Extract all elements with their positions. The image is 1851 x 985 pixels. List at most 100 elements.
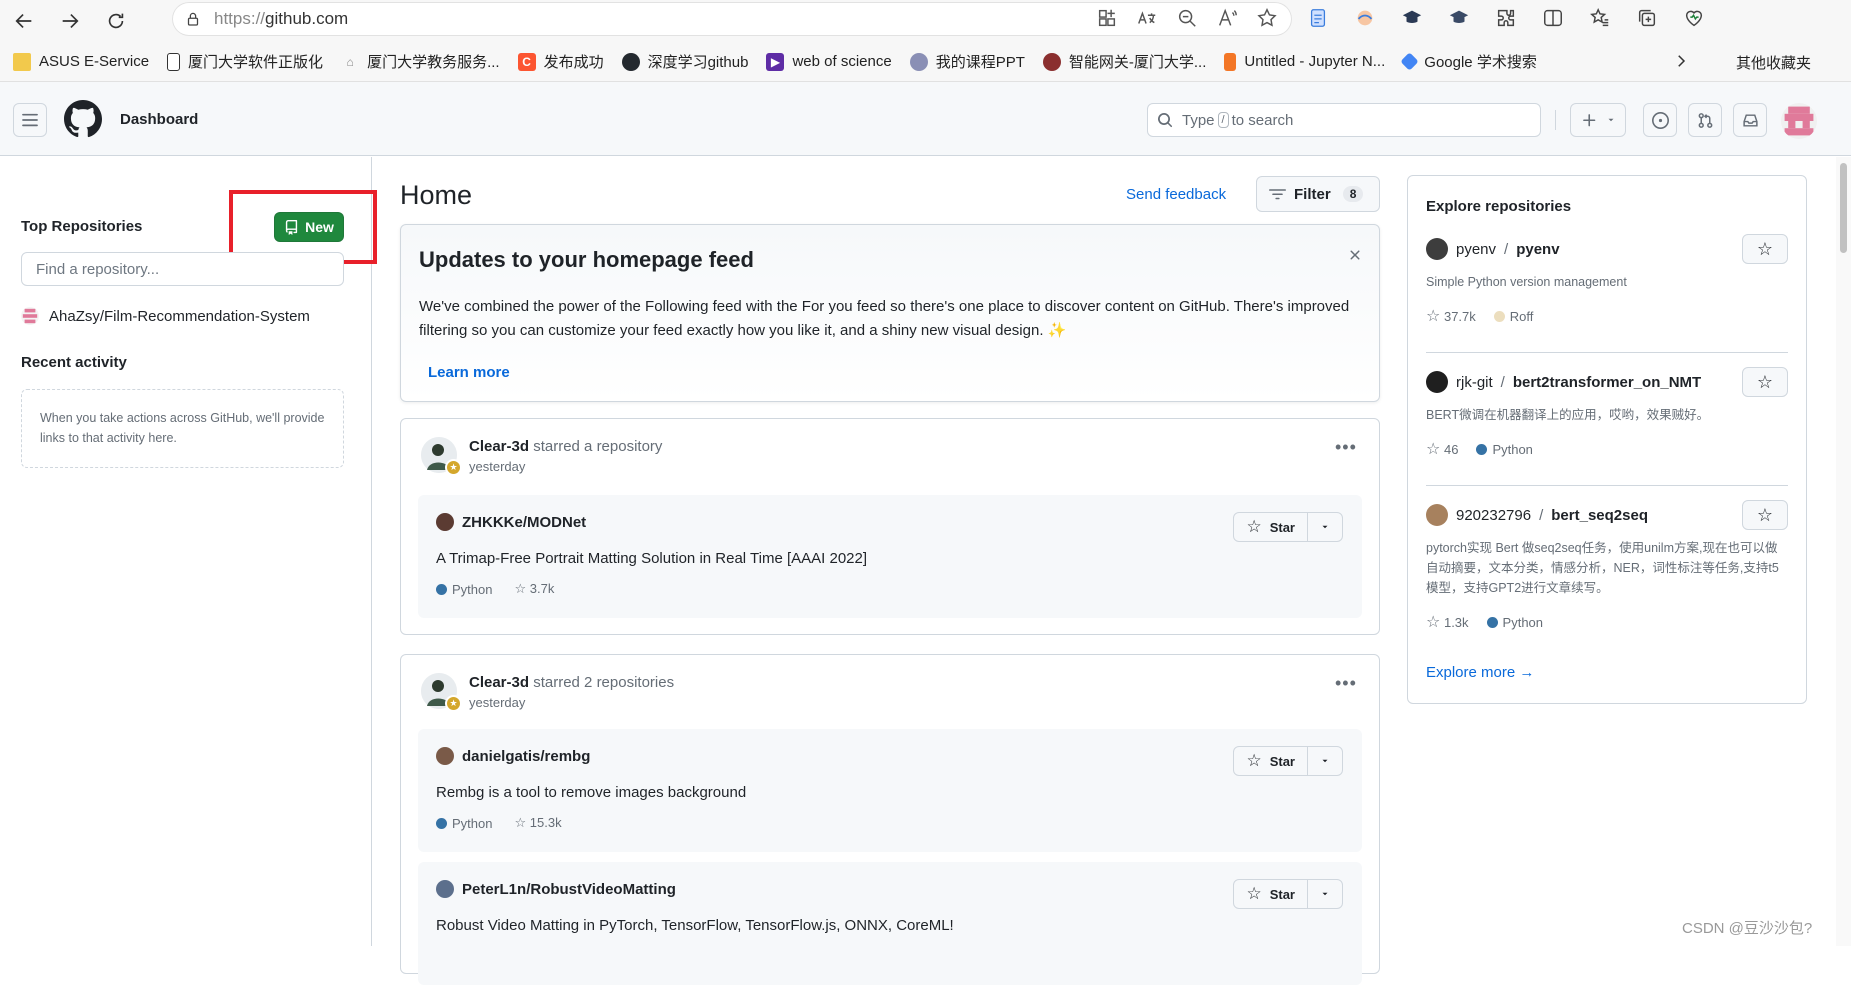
star-list-dropdown[interactable] xyxy=(1308,513,1342,541)
star-button[interactable]: ☆ Star xyxy=(1234,513,1308,541)
document-extension-icon[interactable] xyxy=(1306,6,1330,30)
bookmark-item[interactable]: C 发布成功 xyxy=(509,51,613,72)
github-logo-icon[interactable] xyxy=(64,100,102,138)
kebab-menu-icon[interactable]: ••• xyxy=(1335,673,1357,694)
header-divider xyxy=(1555,110,1556,130)
issues-button[interactable] xyxy=(1643,103,1677,137)
bookmark-item[interactable]: 智能网关-厦门大学... xyxy=(1034,51,1216,72)
star-button[interactable]: ☆ Star xyxy=(1234,880,1308,908)
page-title: Home xyxy=(400,180,473,210)
read-aloud-icon[interactable] xyxy=(1216,7,1238,29)
page-scrollbar[interactable] xyxy=(1836,157,1851,946)
split-screen-icon[interactable] xyxy=(1541,6,1565,30)
refresh-button[interactable] xyxy=(96,3,136,39)
repo-title[interactable]: danielgatis/rembg xyxy=(436,747,590,765)
repo-stars[interactable]: ☆ 3.7k xyxy=(514,581,554,597)
bookmark-item[interactable]: Google 学术搜索 xyxy=(1394,51,1546,72)
create-new-button[interactable] xyxy=(1570,103,1626,137)
other-bookmarks[interactable]: 其他收藏夹 xyxy=(1728,42,1811,82)
bookmark-item[interactable]: 我的课程PPT xyxy=(901,51,1034,72)
bookmark-item[interactable]: 深度学习github xyxy=(613,51,758,72)
arrow-right-icon xyxy=(62,13,79,29)
feed-updates-banner: Updates to your homepage feed We've comb… xyxy=(400,224,1380,402)
star-badge-icon: ★ xyxy=(445,459,462,476)
zoom-out-icon[interactable] xyxy=(1176,7,1198,29)
bookmark-item[interactable]: ▶ web of science xyxy=(757,52,900,71)
actor-avatar[interactable]: ★ xyxy=(421,673,462,712)
send-feedback-link[interactable]: Send feedback xyxy=(1126,186,1226,203)
back-button[interactable] xyxy=(4,3,44,39)
actor-avatar[interactable]: ★ xyxy=(421,437,462,476)
globe-icon xyxy=(909,52,928,71)
chevron-right-icon[interactable] xyxy=(1672,52,1690,74)
favorite-star-icon[interactable] xyxy=(1256,7,1278,29)
explore-repo-title[interactable]: 920232796/bert_seq2seq xyxy=(1426,504,1788,526)
feed-timestamp: yesterday xyxy=(469,459,526,474)
bookmark-item[interactable]: 厦门大学软件正版化 xyxy=(158,51,332,72)
banner-title: Updates to your homepage feed xyxy=(419,247,754,272)
star-icon: ☆ xyxy=(514,581,527,596)
browser-essentials-icon[interactable] xyxy=(1682,6,1706,30)
explore-more-link[interactable]: Explore more → xyxy=(1426,664,1534,681)
explore-repo-title[interactable]: rjk-git / bert2transformer_on_NMT xyxy=(1426,371,1788,393)
explore-heading: Explore repositories xyxy=(1426,198,1572,215)
address-bar[interactable]: https://github.com xyxy=(172,2,1292,36)
feed-action: starred 2 repositories xyxy=(533,674,675,691)
explore-repo-stars[interactable]: ☆ 46 xyxy=(1426,439,1458,459)
user-avatar[interactable] xyxy=(1781,103,1817,139)
actor-name[interactable]: Clear-3d xyxy=(469,674,529,691)
wos-icon: ▶ xyxy=(766,52,785,71)
actor-name[interactable]: Clear-3d xyxy=(469,438,529,455)
copilot-extension-icon[interactable] xyxy=(1353,6,1377,30)
explore-star-button[interactable]: ☆ xyxy=(1742,367,1788,397)
filter-button[interactable]: Filter 8 xyxy=(1256,176,1380,212)
top-repository-link[interactable]: AhaZsy/Film-Recommendation-System xyxy=(21,307,310,325)
bookmark-item[interactable]: Untitled - Jupyter N... xyxy=(1215,52,1394,71)
repo-title[interactable]: ZHKKKe/MODNet xyxy=(436,513,586,531)
filter-label: Filter xyxy=(1294,185,1331,203)
explore-repo-stars[interactable]: ☆ 37.7k xyxy=(1426,306,1476,326)
close-icon[interactable] xyxy=(1347,247,1363,268)
translate-icon[interactable] xyxy=(1136,7,1158,29)
scholar-cap-icon[interactable] xyxy=(1400,6,1424,30)
collections-icon[interactable] xyxy=(1635,6,1659,30)
repo-title[interactable]: PeterL1n/RobustVideoMatting xyxy=(436,880,676,898)
global-search[interactable]: Type / to search xyxy=(1147,103,1541,137)
search-icon xyxy=(1148,112,1182,128)
lock-icon xyxy=(172,10,214,28)
extensions-puzzle-icon[interactable] xyxy=(1494,6,1518,30)
star-list-dropdown[interactable] xyxy=(1308,747,1342,775)
bookmark-item[interactable]: ASUS E-Service xyxy=(4,52,158,71)
explore-star-button[interactable]: ☆ xyxy=(1742,500,1788,530)
feed-timestamp: yesterday xyxy=(469,695,526,710)
scholar-cap-2-icon[interactable] xyxy=(1447,6,1471,30)
git-pull-request-icon xyxy=(1698,112,1712,128)
learn-more-link[interactable]: Learn more xyxy=(428,364,510,381)
menu-button[interactable] xyxy=(13,103,47,137)
triangle-down-icon xyxy=(1322,525,1328,529)
plus-icon xyxy=(1582,113,1595,126)
star-button[interactable]: ☆ Star xyxy=(1234,747,1308,775)
apps-icon[interactable] xyxy=(1096,7,1118,29)
explore-star-button[interactable]: ☆ xyxy=(1742,234,1788,264)
browser-toolbar: https://github.com xyxy=(0,0,1851,42)
pull-requests-button[interactable] xyxy=(1688,103,1722,137)
bookmark-item[interactable]: ⌂ 厦门大学教务服务... xyxy=(332,51,509,72)
kebab-menu-icon[interactable]: ••• xyxy=(1335,437,1357,458)
forward-button[interactable] xyxy=(50,3,90,39)
star-list-dropdown[interactable] xyxy=(1308,880,1342,908)
star-icon: ☆ xyxy=(1246,751,1262,770)
scroll-thumb[interactable] xyxy=(1840,163,1847,253)
page-context-title[interactable]: Dashboard xyxy=(120,111,198,128)
inbox-button[interactable] xyxy=(1733,103,1767,137)
watermark: CSDN @豆沙沙包? xyxy=(1682,920,1813,937)
divider xyxy=(1426,485,1788,486)
feed-item: ★ Clear-3d starred 2 repositories yester… xyxy=(400,654,1380,985)
repo-link-label: AhaZsy/Film-Recommendation-System xyxy=(49,307,310,325)
explore-repo-stars[interactable]: ☆ 1.3k xyxy=(1426,612,1469,632)
repo-description: A Trimap-Free Portrait Matting Solution … xyxy=(436,550,868,567)
explore-repo-title[interactable]: pyenv / pyenv xyxy=(1426,238,1788,260)
favorites-list-icon[interactable] xyxy=(1588,6,1612,30)
find-repository-input[interactable] xyxy=(21,252,344,286)
repo-stars[interactable]: ☆ 15.3k xyxy=(514,815,561,831)
